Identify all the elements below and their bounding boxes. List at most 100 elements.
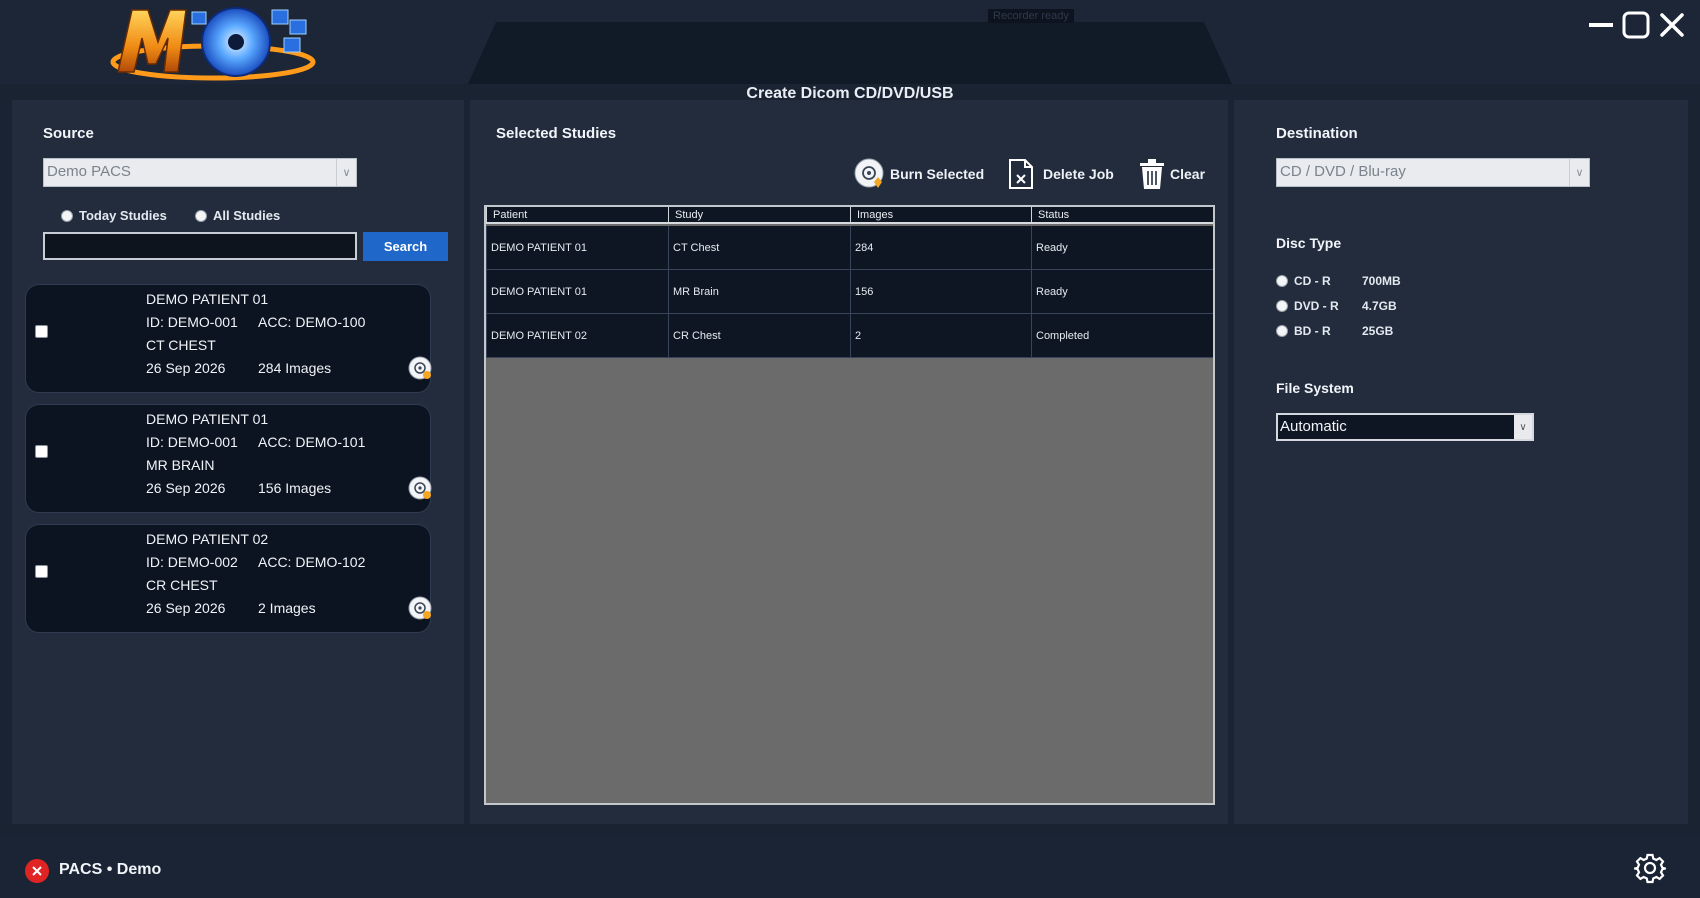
file-system-title: File System [1276,380,1354,396]
study-acc: ACC: DEMO-100 [258,314,366,330]
cell-patient: DEMO PATIENT 02 [486,314,668,357]
radio-all-studies[interactable]: All Studies [195,208,280,223]
close-icon[interactable] [1657,10,1687,40]
header-tab-shape [468,22,1232,84]
recorder-status: Recorder ready [988,9,1074,23]
study-id: ID: DEMO-002 [146,554,238,570]
file-system-select[interactable]: Automatic ∨ [1276,413,1534,441]
delete-job-button[interactable]: Delete Job [1007,158,1114,190]
study-card[interactable]: DEMO PATIENT 01 ID: DEMO-001 ACC: DEMO-1… [25,404,432,513]
search-button[interactable]: Search [363,232,448,261]
cell-images: 156 [850,270,1031,313]
radio-circle [195,209,207,222]
disc-type-size: 700MB [1362,274,1401,288]
search-input[interactable] [43,232,357,260]
study-images: 156 Images [258,480,332,496]
study-date: 26 Sep 2026 [146,480,226,496]
study-checkbox[interactable] [35,565,48,578]
study-patient: DEMO PATIENT 01 [146,291,269,307]
study-acc: ACC: DEMO-102 [258,554,366,570]
error-icon [25,859,49,883]
burn-disc-icon[interactable] [408,476,432,500]
study-images: 284 Images [258,360,332,376]
disc-type-cd[interactable]: CD - R 700MB [1276,274,1401,288]
clear-button[interactable]: Clear [1138,158,1205,190]
study-checkbox[interactable] [35,445,48,458]
cell-images: 284 [850,226,1031,269]
disc-type-bd[interactable]: BD - R 25GB [1276,324,1393,338]
disc-type-label: BD - R [1294,324,1331,338]
study-acc: ACC: DEMO-101 [258,434,366,450]
cell-study: CR Chest [668,314,850,357]
table-row[interactable]: DEMO PATIENT 01 CT Chest 284 Ready [486,226,1213,270]
study-patient: DEMO PATIENT 01 [146,411,269,427]
column-header-study[interactable]: Study [668,207,850,222]
column-header-status[interactable]: Status [1031,207,1213,222]
burn-disc-icon[interactable] [408,356,432,380]
cell-patient: DEMO PATIENT 01 [486,270,668,313]
table-row[interactable]: DEMO PATIENT 01 MR Brain 156 Ready [486,270,1213,314]
source-title: Source [43,125,94,142]
file-delete-icon [1009,159,1033,189]
study-desc: CT CHEST [146,337,216,353]
disc-type-size: 25GB [1362,324,1394,338]
study-id: ID: DEMO-001 [146,434,238,450]
column-header-patient[interactable]: Patient [486,207,668,222]
radio-circle [1276,325,1288,337]
study-desc: CR CHEST [146,577,218,593]
study-id: ID: DEMO-001 [146,314,238,330]
study-date: 26 Sep 2026 [146,360,226,376]
study-card[interactable]: DEMO PATIENT 02 ID: DEMO-002 ACC: DEMO-1… [25,524,432,633]
table-row[interactable]: DEMO PATIENT 02 CR Chest 2 Completed [486,314,1213,358]
clear-label: Clear [1170,166,1206,182]
radio-all-label: All Studies [213,208,281,223]
study-desc: MR BRAIN [146,457,215,473]
radio-circle [1276,300,1288,312]
disc-type-size: 4.7GB [1362,299,1397,313]
cell-images: 2 [850,314,1031,357]
trash-icon [1140,159,1164,189]
delete-job-label: Delete Job [1043,166,1114,182]
radio-circle [61,209,73,222]
grid-header: Patient Study Images Status [486,207,1213,224]
destination-title: Destination [1276,125,1358,142]
connection-status: PACS • Demo [59,861,162,878]
disc-type-label: CD - R [1294,274,1331,288]
burn-selected-button[interactable]: Burn Selected [854,158,984,190]
minimize-icon[interactable] [1586,10,1616,40]
selected-studies-grid: Patient Study Images Status DEMO PATIENT… [484,205,1215,805]
study-date: 26 Sep 2026 [146,600,226,616]
source-select-value: Demo PACS [47,163,131,180]
burn-disc-icon[interactable] [408,596,432,620]
cell-status: Ready [1031,226,1213,269]
chevron-down-icon: ∨ [336,159,356,186]
radio-circle [1276,275,1288,287]
column-header-images[interactable]: Images [850,207,1031,222]
study-card[interactable]: DEMO PATIENT 01 ID: DEMO-001 ACC: DEMO-1… [25,284,432,393]
destination-select[interactable]: CD / DVD / Blu-ray ∨ [1276,158,1590,187]
destination-select-value: CD / DVD / Blu-ray [1280,163,1406,180]
maximize-icon[interactable] [1621,10,1651,40]
radio-today-studies[interactable]: Today Studies [61,208,167,223]
study-checkbox[interactable] [35,325,48,338]
selected-studies-title: Selected Studies [496,125,617,142]
study-patient: DEMO PATIENT 02 [146,531,269,547]
cell-patient: DEMO PATIENT 01 [486,226,668,269]
radio-today-label: Today Studies [79,208,167,223]
disc-burn-icon [854,158,884,188]
cell-study: MR Brain [668,270,850,313]
disc-type-title: Disc Type [1276,235,1342,251]
cell-status: Completed [1031,314,1213,357]
file-system-value: Automatic [1280,418,1347,435]
status-bar [0,838,1700,898]
disc-type-label: DVD - R [1294,299,1339,313]
cell-status: Ready [1031,270,1213,313]
cell-study: CT Chest [668,226,850,269]
disc-type-dvd[interactable]: DVD - R 4.7GB [1276,299,1397,313]
app-logo [110,7,316,81]
source-select[interactable]: Demo PACS ∨ [43,158,357,187]
burn-selected-label: Burn Selected [890,166,985,182]
gear-icon[interactable] [1634,852,1666,884]
chevron-down-icon: ∨ [1514,415,1532,439]
destination-panel [1234,100,1688,824]
